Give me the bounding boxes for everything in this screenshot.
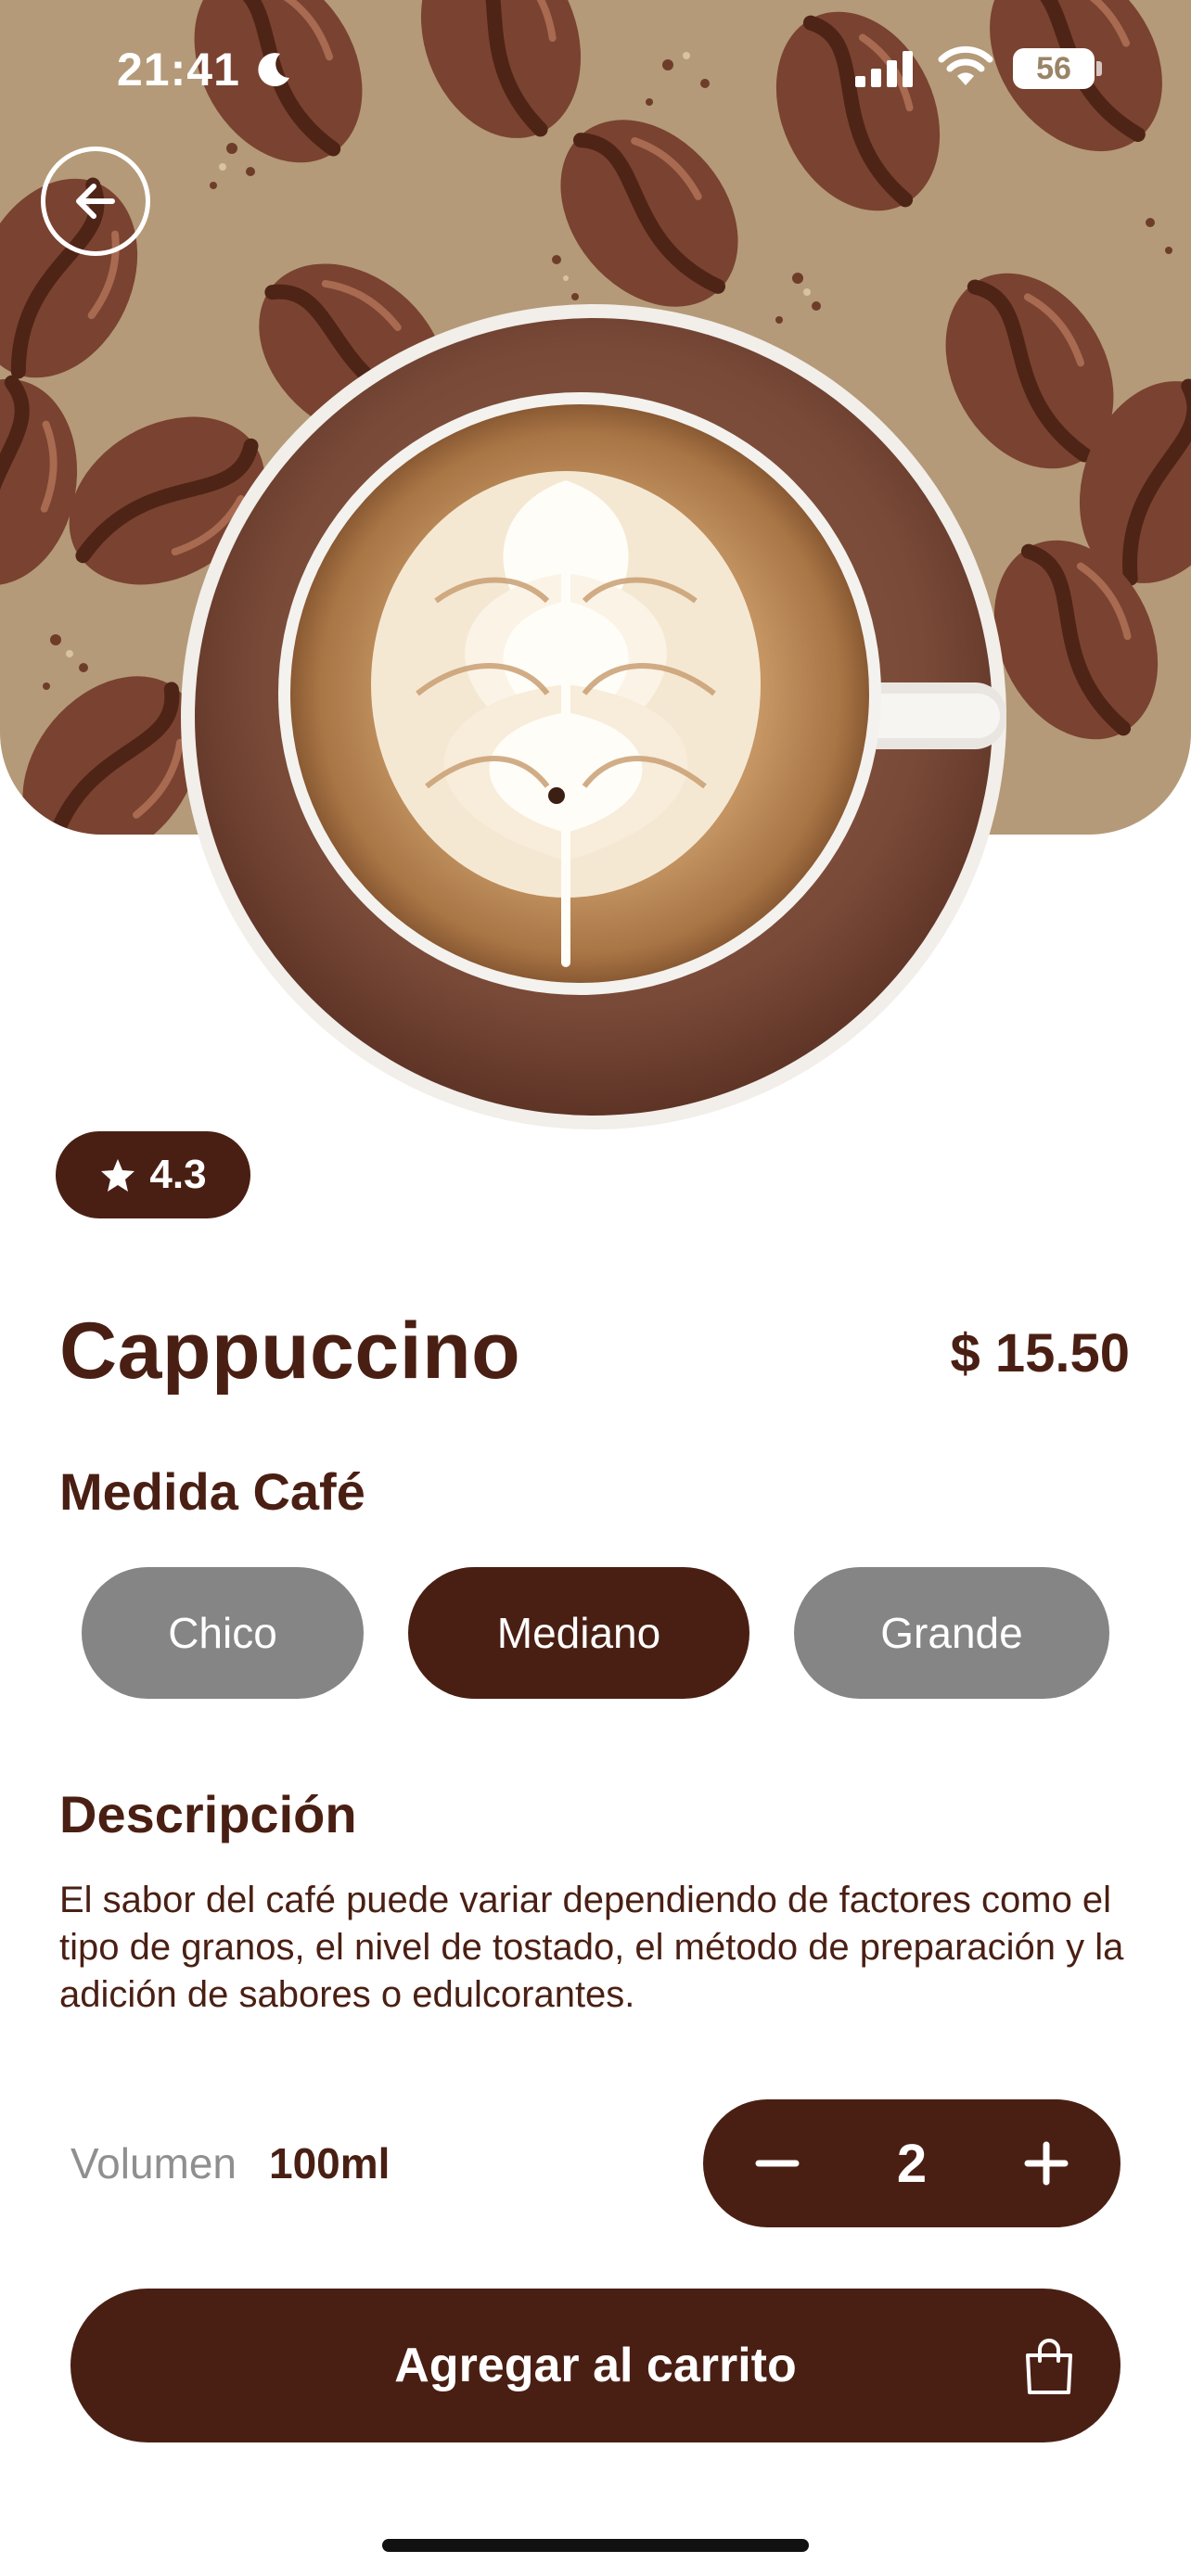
rating-value: 4.3: [149, 1152, 207, 1197]
plus-icon: [1024, 2141, 1069, 2186]
star-icon: [101, 1159, 135, 1192]
signal-icon: [855, 51, 913, 87]
minus-icon: [755, 2160, 800, 2167]
add-to-cart-button[interactable]: Agregar al carrito: [70, 2289, 1121, 2442]
status-time: 21:41: [117, 44, 240, 96]
battery-icon: 56: [1013, 48, 1095, 89]
battery-level: 56: [1036, 51, 1071, 86]
wifi-icon: [938, 45, 993, 85]
size-option-grande[interactable]: Grande: [794, 1567, 1109, 1699]
description-heading: Descripción: [59, 1785, 357, 1843]
size-option-mediano[interactable]: Mediano: [408, 1567, 749, 1699]
quantity-stepper: 2: [703, 2099, 1121, 2227]
add-to-cart-label: Agregar al carrito: [394, 2339, 797, 2392]
decrement-button[interactable]: [731, 2117, 824, 2210]
status-bar: 21:41 56: [0, 0, 1191, 139]
back-button[interactable]: [41, 147, 150, 256]
cappuccino-image: [181, 304, 1006, 1129]
arrow-left-icon: [76, 184, 115, 219]
rating-badge: 4.3: [56, 1131, 250, 1218]
home-indicator[interactable]: [382, 2539, 809, 2552]
size-heading: Medida Café: [59, 1462, 365, 1521]
volume-label: Volumen: [70, 2139, 237, 2187]
product-title: Cappuccino: [59, 1307, 521, 1396]
product-price: $ 15.50: [950, 1323, 1130, 1384]
description-text: El sabor del café puede variar dependien…: [59, 1880, 1124, 2015]
increment-button[interactable]: [1000, 2117, 1093, 2210]
size-option-chico[interactable]: Chico: [82, 1567, 364, 1699]
size-options: Chico Mediano Grande: [0, 1567, 1191, 1699]
moon-icon: [258, 53, 289, 87]
battery-nub: [1096, 61, 1102, 76]
quantity-value: 2: [896, 2133, 928, 2194]
volume-value: 100ml: [269, 2139, 391, 2187]
shopping-bag-icon: [1026, 2339, 1072, 2394]
